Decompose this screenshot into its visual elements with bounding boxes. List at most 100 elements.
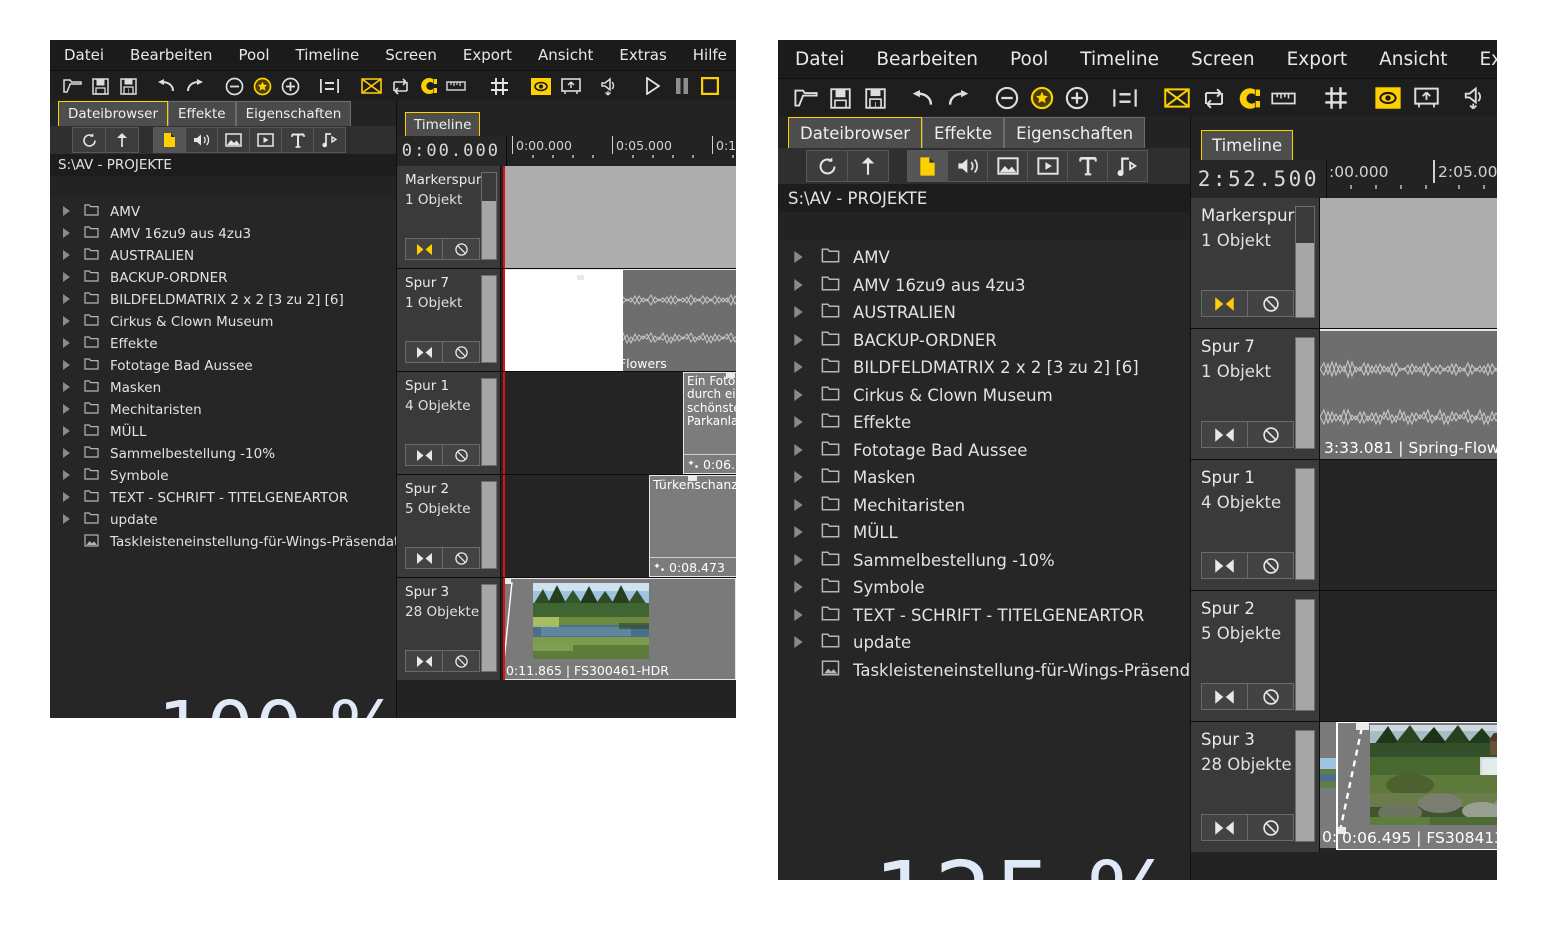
tab-timeline[interactable]: Timeline (1201, 130, 1294, 160)
expand-arrow-icon[interactable] (62, 226, 84, 242)
text-clip[interactable]: Ein Fotospaziergang durch eine der schön… (683, 372, 736, 474)
track-body[interactable]: 3:33.081 | Spring-Flowers (501, 269, 736, 371)
tree-row-australien[interactable]: AUSTRALIEN (778, 299, 1190, 327)
playhead[interactable] (503, 166, 505, 268)
expand-arrow-icon[interactable] (62, 292, 84, 308)
tree-row-amv[interactable]: AMV (778, 244, 1190, 272)
expand-arrow-icon[interactable] (793, 248, 821, 267)
save-icon[interactable] (86, 73, 114, 99)
track-header[interactable]: Markerspur 1 Objekt (1191, 198, 1320, 328)
tree-row-cirkus[interactable]: Cirkus & Clown Museum (50, 311, 396, 333)
track-mute-icon[interactable] (443, 548, 479, 568)
tree-row-fototage[interactable]: Fototage Bad Aussee (778, 437, 1190, 465)
tab-dateibrowser[interactable]: Dateibrowser (58, 101, 169, 126)
tree-row-fototage[interactable]: Fototage Bad Aussee (50, 355, 396, 377)
fit-range-icon[interactable] (314, 73, 344, 99)
track-header[interactable]: Spur 1 4 Objekte (397, 372, 501, 474)
track-solo-icon[interactable] (406, 342, 443, 362)
menu-item-bearbeiten[interactable]: Bearbeiten (876, 49, 978, 70)
stop-icon[interactable] (696, 73, 724, 99)
tree-row-masken[interactable]: Masken (778, 464, 1190, 492)
tree-row-australien[interactable]: AUSTRALIEN (50, 245, 396, 267)
menu-item-datei[interactable]: Datei (64, 46, 104, 64)
track-header[interactable]: Spur 2 5 Objekte (1191, 591, 1320, 721)
audio-clip[interactable]: 3:33.081 | Spring-Flowe (1320, 329, 1497, 459)
undo-icon[interactable] (905, 81, 940, 115)
parent-folder-icon[interactable] (848, 151, 888, 181)
tab-dateibrowser[interactable]: Dateibrowser (788, 117, 923, 148)
tree-row-taskleiste-jpg[interactable]: Taskleisteneinstellung-für-Wings-Präsend… (50, 531, 396, 553)
track-header[interactable]: Spur 7 1 Objekt (397, 269, 501, 371)
track-body[interactable]: 3:33.081 | Spring-Flowe (1320, 329, 1497, 459)
refresh-icon[interactable] (73, 128, 106, 152)
zoom-fit-icon[interactable] (1024, 81, 1059, 115)
track-mute-icon[interactable] (443, 342, 479, 362)
expand-arrow-icon[interactable] (793, 523, 821, 542)
expand-arrow-icon[interactable] (62, 402, 84, 418)
track-header[interactable]: Spur 1 4 Objekte (1191, 460, 1320, 590)
expand-arrow-icon[interactable] (62, 336, 84, 352)
expand-arrow-icon[interactable] (62, 446, 84, 462)
expand-arrow-icon[interactable] (793, 441, 821, 460)
expand-arrow-icon[interactable] (62, 468, 84, 484)
expand-arrow-icon[interactable] (62, 314, 84, 330)
track-mute-icon[interactable] (443, 445, 479, 465)
fade-in-envelope[interactable] (503, 579, 533, 665)
expand-arrow-icon[interactable] (62, 380, 84, 396)
expand-arrow-icon[interactable] (793, 551, 821, 570)
tree-row-masken[interactable]: Masken (50, 377, 396, 399)
expand-arrow-icon[interactable] (793, 358, 821, 377)
menu-item-extras[interactable]: Extras (619, 46, 666, 64)
time-ruler[interactable]: :00.000 2:05.00 (1327, 160, 1497, 198)
menu-item-datei[interactable]: Datei (795, 49, 844, 70)
expand-arrow-icon[interactable] (62, 512, 84, 528)
swap-icon[interactable] (386, 73, 414, 99)
image-clip[interactable]: 0:06.495 | FS308413-H (1336, 722, 1497, 850)
marker-region[interactable] (503, 166, 736, 268)
track-solo-icon[interactable] (1202, 815, 1248, 840)
timecode-display[interactable]: 0:00.000 (397, 136, 507, 166)
audio-output-icon[interactable] (594, 73, 624, 99)
track-solo-icon[interactable] (406, 445, 443, 465)
image-clip[interactable]: 0:11.865 | FS300461-HDR (503, 578, 736, 680)
undo-icon[interactable] (152, 73, 180, 99)
expand-arrow-icon[interactable] (62, 490, 84, 506)
tree-row-amv-16zu9[interactable]: AMV 16zu9 aus 4zu3 (778, 272, 1190, 300)
midi-filter-icon[interactable] (1108, 151, 1147, 181)
grid-icon[interactable] (484, 73, 514, 99)
expand-arrow-icon[interactable] (62, 248, 84, 264)
menu-item-export[interactable]: Export (1287, 49, 1348, 70)
text-filter-icon[interactable] (1068, 151, 1108, 181)
track-body[interactable] (1320, 198, 1497, 328)
track-solo-icon[interactable] (406, 651, 443, 671)
tree-row-update[interactable]: update (778, 629, 1190, 657)
audio-filter-icon[interactable] (186, 128, 218, 152)
menu-item-hilfe[interactable]: Hilfe (693, 46, 727, 64)
tree-row-muell[interactable]: MÜLL (778, 519, 1190, 547)
magnet-icon[interactable] (414, 73, 442, 99)
track-solo-icon[interactable] (1202, 684, 1248, 709)
playhead[interactable] (503, 372, 505, 474)
open-folder-icon[interactable] (788, 81, 823, 115)
crossfade-icon[interactable] (356, 73, 386, 99)
tree-row-effekte[interactable]: Effekte (50, 333, 396, 355)
zoom-out-icon[interactable] (220, 73, 248, 99)
parent-folder-icon[interactable] (106, 128, 138, 152)
time-ruler[interactable]: 0:00.000 0:05.000 0:10 (507, 136, 736, 166)
pause-icon[interactable] (668, 73, 696, 99)
zoom-out-icon[interactable] (989, 81, 1024, 115)
expand-arrow-icon[interactable] (793, 578, 821, 597)
document-filter-icon[interactable] (154, 128, 186, 152)
tab-timeline[interactable]: Timeline (405, 112, 481, 136)
image-filter-icon[interactable] (988, 151, 1028, 181)
tree-row-symbole[interactable]: Symbole (50, 465, 396, 487)
track-header[interactable]: Spur 2 5 Objekte (397, 475, 501, 577)
menu-item-ansicht[interactable]: Ansicht (1379, 49, 1447, 70)
expand-arrow-icon[interactable] (62, 270, 84, 286)
audio-filter-icon[interactable] (948, 151, 988, 181)
track-solo-icon[interactable] (1202, 291, 1248, 316)
track-level-slider[interactable] (1295, 468, 1315, 580)
menu-item-export[interactable]: Export (463, 46, 512, 64)
track-body[interactable]: Ein Fotospaziergang durch eine der schön… (501, 372, 736, 474)
audio-output-icon[interactable] (1455, 81, 1493, 115)
